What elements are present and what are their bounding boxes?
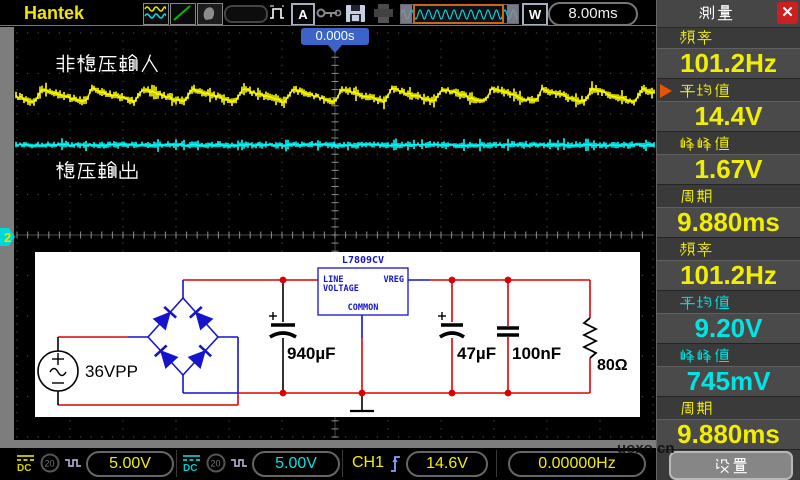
oscilloscope-app: Hantek A	[0, 0, 800, 480]
svg-text:20: 20	[211, 459, 221, 469]
measure-sidebar: ✕ 101.2Hz 14.4V 1.67V 9.880ms 101.2Hz 9.20V 74…	[656, 0, 800, 480]
ch1-volts-div[interactable]: 5.00V	[86, 451, 174, 477]
empty-indicator-pill	[224, 5, 268, 23]
auto-label: A	[298, 7, 307, 22]
bottom-status-bar: DC 20 5.00V DC 20 5.00V	[0, 448, 656, 480]
circuit-diagram: 36VPP	[35, 252, 640, 417]
auto-trigger-icon[interactable]: A	[291, 3, 315, 26]
measure-value: 14.4V	[657, 101, 800, 132]
preview-left-handle[interactable]	[401, 5, 412, 23]
watermark: uoxo.cn	[617, 440, 675, 457]
pin-vreg: VREG	[384, 275, 404, 285]
separator	[342, 450, 343, 477]
measure-value: 101.2Hz	[657, 48, 800, 79]
measure-item: 1.67V	[657, 134, 800, 185]
top-toolbar: Hantek A	[0, 0, 656, 27]
svg-text:DC: DC	[183, 463, 197, 472]
regulator-title: L7809CV	[342, 255, 384, 266]
ch1-probe-icon[interactable]	[64, 456, 82, 475]
trigger-position-pointer[interactable]	[328, 45, 342, 53]
hand-tool-icon[interactable]	[197, 3, 223, 25]
preview-window[interactable]	[413, 4, 504, 24]
cap2-label: 47µF	[457, 344, 496, 363]
measure-value: 745mV	[657, 366, 800, 397]
ch2-trace-label	[55, 161, 139, 180]
measure-label	[657, 187, 800, 207]
measure-value: 9.880ms	[657, 419, 800, 450]
pin-voltage: VOLTAGE	[323, 284, 359, 294]
trigger-edge-icon[interactable]	[390, 452, 403, 480]
waveform-preview[interactable]	[400, 4, 519, 24]
svg-text:20: 20	[45, 459, 55, 469]
trigger-level[interactable]: 14.6V	[406, 451, 488, 477]
measure-value: 9.20V	[657, 313, 800, 344]
timebase-display[interactable]: 8.00ms	[548, 2, 638, 26]
measure-label	[657, 81, 800, 101]
ch2-marker-number: 2	[4, 230, 11, 245]
ch1-bandwidth-icon[interactable]: 20	[40, 453, 60, 478]
preview-right-handle[interactable]	[507, 5, 518, 23]
sidebar-title	[657, 4, 774, 22]
topbar-divider	[0, 25, 656, 26]
measure-label	[657, 240, 800, 260]
svg-text:DC: DC	[17, 463, 31, 472]
w-label: W	[529, 7, 541, 22]
measure-item: 101.2Hz	[657, 240, 800, 291]
measure-item: 9.880ms	[657, 187, 800, 238]
scope-frame-bottom	[0, 440, 656, 448]
ch2-volts-div[interactable]: 5.00V	[252, 451, 340, 477]
measure-item: 745mV	[657, 346, 800, 397]
lock-key-icon[interactable]	[316, 6, 342, 25]
cap3-label: 100nF	[512, 344, 561, 363]
ch1-trace-label	[55, 54, 160, 73]
separator	[176, 450, 177, 477]
trigger-time-tab[interactable]: 0.000s	[301, 28, 369, 45]
measure-item: 14.4V	[657, 81, 800, 132]
measure-item: 101.2Hz	[657, 28, 800, 79]
ch2-coupling-dc-icon[interactable]: DC	[182, 454, 201, 477]
measure-item: 9.20V	[657, 293, 800, 344]
ch2-probe-icon[interactable]	[230, 456, 248, 475]
close-button[interactable]: ✕	[777, 2, 798, 24]
measure-label	[657, 28, 800, 48]
settings-button[interactable]	[669, 451, 793, 480]
measure-label	[657, 346, 800, 366]
resistor-label: 80Ω	[597, 357, 628, 374]
measure-label	[657, 399, 800, 419]
separator	[496, 450, 497, 477]
trigger-source[interactable]: CH1	[352, 454, 384, 472]
selected-arrow-icon	[660, 84, 672, 98]
source-label: 36VPP	[85, 362, 138, 381]
measure-value: 101.2Hz	[657, 260, 800, 291]
scope-display: 36VPP	[14, 27, 656, 440]
sidebar-header: ✕	[657, 0, 800, 28]
channel-waves-icon[interactable]	[143, 3, 169, 25]
pin-common: COMMON	[348, 303, 379, 313]
measure-value: 9.880ms	[657, 207, 800, 238]
ch2-zero-marker[interactable]: 2	[0, 228, 16, 246]
measure-label	[657, 134, 800, 154]
window-mode-icon[interactable]: W	[522, 3, 548, 26]
measure-value: 1.67V	[657, 154, 800, 185]
ch2-bandwidth-icon[interactable]: 20	[206, 453, 226, 478]
hantek-logo: Hantek	[24, 3, 84, 24]
measure-label	[657, 293, 800, 313]
cursor-line-icon[interactable]	[170, 3, 196, 25]
cap1-label: 940µF	[287, 344, 336, 363]
measure-item: 9.880ms	[657, 399, 800, 450]
ch1-coupling-dc-icon[interactable]: DC	[16, 454, 35, 477]
